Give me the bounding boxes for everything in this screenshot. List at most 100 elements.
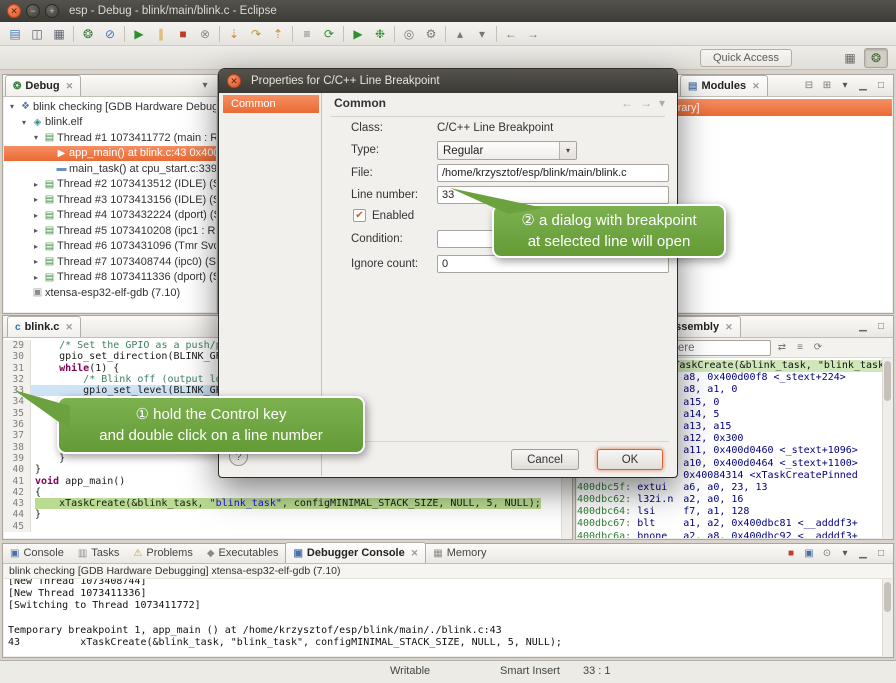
console-scrollbar[interactable] (882, 579, 892, 656)
file-field[interactable] (437, 164, 669, 182)
debug-tree-row[interactable]: ▾❖blink checking [GDB Hardware Debugging… (4, 99, 216, 115)
suspend-button[interactable]: ∥ (150, 24, 172, 44)
twistie-icon[interactable]: ▾ (30, 133, 42, 142)
debug-tree-row[interactable]: ▬main_task() at cpu_start.c:339 0x400d0e… (4, 161, 216, 177)
twistie-icon[interactable]: ▸ (30, 242, 42, 251)
quick-access-button[interactable]: Quick Access (700, 49, 792, 67)
enabled-checkbox[interactable]: ✔ (353, 209, 366, 222)
maximize-panel-icon[interactable]: □ (874, 548, 888, 559)
tab-debugger-console[interactable]: ▣Debugger Console✕ (285, 542, 426, 563)
console-menu-button[interactable]: ▾ (838, 548, 852, 559)
instruction-stepping-button[interactable]: ≡ (296, 24, 318, 44)
skip-breakpoints-button[interactable]: ⊘ (99, 24, 121, 44)
sync-with-context-button[interactable]: ⇄ (775, 342, 789, 353)
debug-config-button[interactable]: ❂ (77, 24, 99, 44)
disassembly-scrollbar[interactable] (882, 358, 892, 538)
code-text[interactable]: } (31, 509, 571, 520)
pin-console-button[interactable]: ⊙ (820, 548, 834, 559)
back-icon[interactable]: ← (621, 96, 633, 110)
tab-console[interactable]: ▣Console (3, 543, 71, 563)
scrollbar-thumb[interactable] (884, 582, 891, 612)
debug-button[interactable]: ❉ (369, 24, 391, 44)
run-button[interactable]: ▶ (347, 24, 369, 44)
line-number[interactable]: 42 (4, 487, 31, 498)
next-annotation-button[interactable]: ▾ (471, 24, 493, 44)
tab-tasks[interactable]: ▥Tasks (71, 543, 127, 563)
window-minimize-icon[interactable]: − (26, 4, 40, 18)
type-select[interactable]: Regular ▾ (437, 141, 577, 160)
tab-modules[interactable]: ▤ Modules ✕ (680, 75, 768, 96)
debug-tree-row[interactable]: ▣xtensa-esp32-elf-gdb (7.10) (4, 285, 216, 301)
view-menu-button[interactable]: ▾ (838, 80, 852, 91)
minimize-panel-icon[interactable]: ▁ (856, 321, 870, 332)
close-tab-icon[interactable]: ✕ (65, 322, 73, 333)
expand-all-button[interactable]: ⊞ (820, 80, 834, 91)
ok-button[interactable]: OK (597, 449, 663, 470)
twistie-icon[interactable]: ▸ (30, 257, 42, 266)
disconnect-button[interactable]: ⊗ (194, 24, 216, 44)
debug-tree-row[interactable]: ▸▤Thread #7 1073408744 (ipc0) (Suspended… (4, 254, 216, 270)
tab-executables[interactable]: ◆Executables (200, 543, 286, 563)
code-text[interactable]: { (31, 487, 571, 498)
save-button[interactable]: ◫ (26, 24, 48, 44)
debug-tree-row[interactable]: ▾▤Thread #1 1073411772 (main : Running :… (4, 130, 216, 146)
twistie-icon[interactable]: ▸ (30, 211, 42, 220)
debugger-console[interactable]: [New Thread 1073408744][New Thread 10734… (4, 579, 882, 656)
terminate-console-button[interactable]: ■ (784, 548, 798, 559)
minimize-panel-icon[interactable]: ▁ (856, 80, 870, 91)
close-tab-icon[interactable]: ✕ (752, 81, 760, 92)
debug-tree-row[interactable]: ▸▤Thread #6 1073431096 (Tmr Svc) (Suspen… (4, 239, 216, 255)
perspective-workbench-button[interactable]: ▦ (838, 48, 862, 68)
menu-caret-icon[interactable]: ▾ (659, 96, 665, 110)
code-text[interactable] (31, 521, 571, 532)
cancel-button[interactable]: Cancel (511, 449, 579, 470)
maximize-panel-icon[interactable]: □ (874, 80, 888, 91)
back-button[interactable]: ← (500, 24, 522, 44)
forward-icon[interactable]: → (640, 96, 652, 110)
close-tab-icon[interactable]: ✕ (66, 81, 74, 92)
twistie-icon[interactable]: ▸ (30, 226, 42, 235)
restart-button[interactable]: ⟳ (318, 24, 340, 44)
window-close-icon[interactable]: ✕ (7, 4, 21, 18)
debug-tree-row[interactable]: ▸▤Thread #3 1073413156 (IDLE) (Suspended… (4, 192, 216, 208)
debug-tree-row[interactable]: ▸▤Thread #2 1073413512 (IDLE) (Suspended… (4, 177, 216, 193)
new-button[interactable]: ▤ (4, 24, 26, 44)
scrollbar-thumb[interactable] (884, 361, 891, 401)
line-number[interactable]: 29 (4, 340, 31, 351)
line-number[interactable]: 44 (4, 509, 31, 520)
line-number[interactable]: 41 (4, 476, 31, 487)
tab-problems[interactable]: ⚠Problems (126, 543, 199, 563)
close-tab-icon[interactable]: ✕ (725, 322, 733, 333)
maximize-panel-icon[interactable]: □ (874, 321, 888, 332)
minimize-panel-icon[interactable]: ▁ (856, 548, 870, 559)
debug-tree-row[interactable]: ▸▤Thread #5 1073410208 (ipc1 : Running :… (4, 223, 216, 239)
step-return-button[interactable]: ⇡ (267, 24, 289, 44)
close-tab-icon[interactable]: ✕ (411, 548, 419, 559)
forward-button[interactable]: → (522, 24, 544, 44)
display-console-button[interactable]: ▣ (802, 548, 816, 559)
step-over-button[interactable]: ↷ (245, 24, 267, 44)
code-text[interactable]: xTaskCreate(&blink_task, "blink_task", c… (31, 498, 571, 509)
search-button[interactable]: ◎ (398, 24, 420, 44)
prev-annotation-button[interactable]: ▴ (449, 24, 471, 44)
twistie-icon[interactable]: ▸ (30, 195, 42, 204)
debug-tree-row[interactable]: ▶app_main() at blink.c:43 0x400dbc5c (4, 146, 216, 162)
chevron-down-icon[interactable]: ▾ (559, 142, 576, 159)
twistie-icon[interactable]: ▾ (18, 118, 30, 127)
line-number[interactable]: 45 (4, 521, 31, 532)
twistie-icon[interactable]: ▸ (30, 273, 42, 282)
line-number[interactable]: 30 (4, 351, 31, 362)
debug-tree-row[interactable]: ▸▤Thread #4 1073432224 (dport) (Suspende… (4, 208, 216, 224)
tab-debug[interactable]: ❂ Debug ✕ (5, 75, 81, 96)
terminate-button[interactable]: ■ (172, 24, 194, 44)
line-number[interactable]: 31 (4, 363, 31, 374)
line-number[interactable]: 40 (4, 464, 31, 475)
show-source-button[interactable]: ≡ (793, 342, 807, 353)
step-into-button[interactable]: ⇣ (223, 24, 245, 44)
dialog-close-icon[interactable]: ✕ (227, 74, 241, 88)
twistie-icon[interactable]: ▸ (30, 180, 42, 189)
debug-tree-row[interactable]: ▸▤Thread #8 1073411336 (dport) (Suspende… (4, 270, 216, 286)
perspective-debug-button[interactable]: ❂ (864, 48, 888, 68)
view-menu-icon[interactable]: ▾ (198, 80, 212, 91)
line-number[interactable]: 39 (4, 453, 31, 464)
